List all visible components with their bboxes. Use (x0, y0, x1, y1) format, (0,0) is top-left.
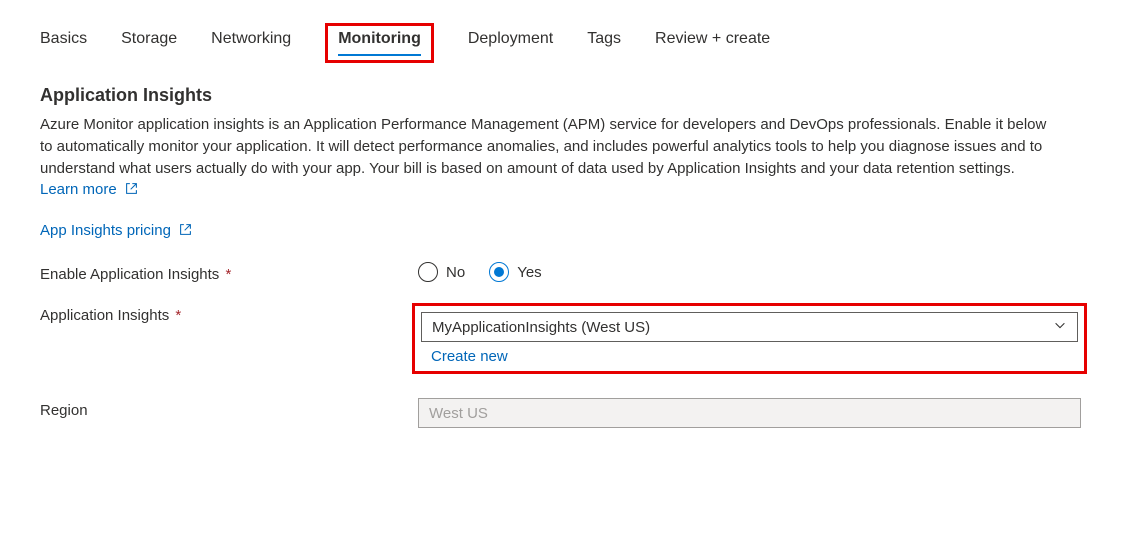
tab-monitoring-highlight: Monitoring (325, 23, 434, 63)
appinsights-dropdown[interactable]: MyApplicationInsights (West US) (421, 312, 1078, 342)
appinsights-control: MyApplicationInsights (West US) Create n… (418, 303, 1081, 374)
learn-more-link[interactable]: Learn more (40, 181, 138, 198)
description-text: Azure Monitor application insights is an… (40, 116, 1046, 177)
tab-tags[interactable]: Tags (587, 30, 621, 56)
enable-label: Enable Application Insights * (40, 262, 418, 283)
radio-yes-label: Yes (517, 264, 541, 281)
section-title: Application Insights (40, 85, 1088, 106)
tab-deployment[interactable]: Deployment (468, 30, 553, 56)
appinsights-highlight: MyApplicationInsights (West US) Create n… (412, 303, 1087, 374)
learn-more-text: Learn more (40, 181, 117, 198)
required-indicator: * (175, 307, 181, 324)
form-row-appinsights: Application Insights * MyApplicationInsi… (40, 303, 1088, 374)
external-link-icon (125, 180, 138, 202)
required-indicator: * (225, 266, 231, 283)
app-insights-pricing-link[interactable]: App Insights pricing (40, 222, 192, 240)
pricing-link-text: App Insights pricing (40, 222, 171, 239)
region-label: Region (40, 398, 418, 419)
chevron-down-icon (1053, 318, 1067, 336)
region-input: West US (418, 398, 1081, 428)
external-link-icon (179, 223, 192, 240)
tab-storage[interactable]: Storage (121, 30, 177, 56)
region-control: West US (418, 398, 1081, 428)
enable-radio-group: No Yes (418, 262, 1081, 282)
region-value: West US (429, 405, 488, 422)
create-new-link[interactable]: Create new (421, 348, 508, 365)
section-description: Azure Monitor application insights is an… (40, 114, 1060, 202)
tab-networking[interactable]: Networking (211, 30, 291, 56)
enable-label-text: Enable Application Insights (40, 266, 219, 283)
radio-no-label: No (446, 264, 465, 281)
form-row-enable: Enable Application Insights * No Yes (40, 262, 1088, 283)
enable-radio-yes[interactable]: Yes (489, 262, 541, 282)
form-row-region: Region West US (40, 398, 1088, 428)
appinsights-value: MyApplicationInsights (West US) (432, 319, 650, 336)
appinsights-label-text: Application Insights (40, 307, 169, 324)
radio-icon (489, 262, 509, 282)
tab-basics[interactable]: Basics (40, 30, 87, 56)
tab-bar: Basics Storage Networking Monitoring Dep… (40, 30, 1088, 63)
radio-dot-icon (494, 267, 504, 277)
enable-radio-no[interactable]: No (418, 262, 465, 282)
appinsights-label: Application Insights * (40, 303, 418, 324)
tab-review-create[interactable]: Review + create (655, 30, 770, 56)
radio-icon (418, 262, 438, 282)
tab-monitoring[interactable]: Monitoring (338, 30, 421, 56)
